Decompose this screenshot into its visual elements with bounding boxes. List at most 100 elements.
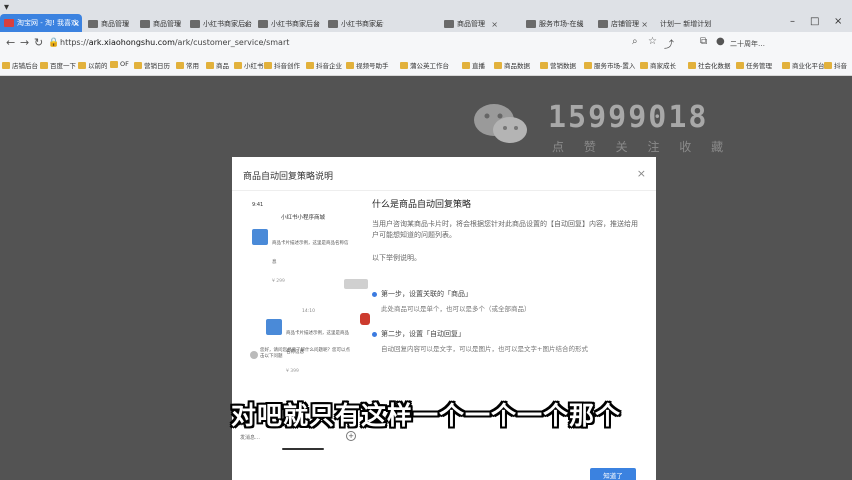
tab-1[interactable]: 淘宝网 - 淘! 我喜欢 × bbox=[0, 14, 82, 32]
product-card: 商品卡片描述示例，这里是商品名称信息 ¥ 299 bbox=[252, 229, 352, 284]
info-example-label: 以下举例说明。 bbox=[372, 254, 421, 262]
url-host: ark.xiaohongshu.com bbox=[88, 38, 175, 47]
close-icon[interactable]: × bbox=[73, 19, 80, 28]
dialog-title: 商品自动回复策略说明 bbox=[243, 172, 334, 182]
close-icon[interactable]: × bbox=[491, 20, 498, 29]
phone-chat-title: 小红书小程序商城 bbox=[280, 215, 325, 221]
bookmark-item[interactable]: 抖音创作 bbox=[264, 60, 300, 70]
window-menu-icon[interactable]: ▾ bbox=[4, 2, 9, 13]
url-field[interactable]: https://ark.xiaohongshu.com/ark/customer… bbox=[60, 38, 289, 47]
phone-action-chip bbox=[344, 279, 368, 289]
back-icon[interactable]: ← bbox=[6, 36, 15, 49]
video-subtitle: 对吧就只有这样一个一个一个那个 bbox=[230, 401, 621, 430]
tab-6[interactable]: 小红书商家后台 × bbox=[324, 16, 384, 32]
phone-status-time: 9:41 bbox=[252, 202, 264, 208]
folder-icon bbox=[346, 61, 354, 69]
watermark-subtitle: 点 赞 关 注 收 藏 bbox=[552, 140, 732, 154]
zoom-icon[interactable]: ⌕ bbox=[632, 36, 638, 47]
bookmark-item[interactable]: 服务市场-置入 bbox=[584, 60, 635, 70]
bookmark-item[interactable]: 百度一下 bbox=[40, 60, 76, 70]
tab-7[interactable]: 商品管理 × bbox=[440, 16, 500, 32]
tab-favicon-icon bbox=[4, 19, 14, 27]
bookmark-item[interactable]: 商家成长 bbox=[640, 60, 676, 70]
bookmark-item[interactable]: 店铺后台 bbox=[2, 60, 38, 70]
wechat-logo-icon bbox=[474, 104, 527, 143]
maximize-icon[interactable]: □ bbox=[810, 16, 819, 27]
tab-favicon-icon bbox=[190, 20, 200, 28]
product-thumbnail bbox=[266, 319, 282, 335]
tab-4[interactable]: 小红书商家后台 × bbox=[186, 16, 252, 32]
bookmark-item[interactable]: 营销数据 bbox=[540, 60, 576, 70]
account-label[interactable]: 二十周年… bbox=[730, 39, 765, 49]
tab-2[interactable]: 商品管理 × bbox=[84, 16, 132, 32]
tab-label: 商品管理 bbox=[457, 20, 485, 28]
step-body: 此处商品可以是单个，也可以是多个（或全部商品） bbox=[381, 305, 531, 313]
close-window-icon[interactable]: × bbox=[834, 16, 842, 27]
tab-favicon-icon bbox=[526, 20, 536, 28]
window-title: 计划一 新增计划 bbox=[660, 20, 712, 28]
info-title: 什么是商品自动回复策略 bbox=[372, 200, 472, 210]
extensions-icon[interactable]: ⧉ bbox=[700, 36, 707, 47]
tab-8[interactable]: 服务市场-在线 × bbox=[522, 16, 586, 32]
watermark-number: 15999018 bbox=[548, 100, 709, 135]
url-path: /ark/customer_service/smart bbox=[174, 38, 290, 47]
confirm-button[interactable]: 知道了 bbox=[590, 468, 636, 480]
bookmark-item[interactable]: 直播 bbox=[462, 60, 485, 70]
phone-home-indicator bbox=[282, 448, 324, 450]
tab-9[interactable]: 店铺管理 × bbox=[594, 16, 650, 32]
close-icon[interactable]: × bbox=[243, 20, 250, 29]
share-icon[interactable]: ⤴ bbox=[664, 36, 674, 51]
bookmark-item[interactable]: 营销日历 bbox=[134, 60, 170, 70]
tab-label: 店铺管理 bbox=[611, 20, 639, 28]
tab-label: 淘宝网 - 淘! 我喜欢 bbox=[17, 19, 79, 27]
folder-icon bbox=[462, 61, 470, 69]
product-card-price: ¥ 299 bbox=[272, 279, 285, 284]
close-icon[interactable]: × bbox=[123, 20, 130, 29]
dialog-header: 商品自动回复策略说明 × bbox=[232, 157, 656, 191]
bookmark-item[interactable]: 抖音 bbox=[824, 60, 847, 70]
folder-icon bbox=[78, 61, 86, 69]
tab-3[interactable]: 商品管理 × bbox=[136, 16, 184, 32]
step-heading: 第二步，设置「自动回复」 bbox=[381, 330, 465, 338]
minimize-icon[interactable]: – bbox=[790, 16, 795, 27]
bookmark-item[interactable]: 视频号助手 bbox=[346, 60, 389, 70]
info-description: 当用户咨询某商品卡片时，将会根据您针对此商品设置的【自动回复】内容，推送给用户可… bbox=[372, 220, 638, 239]
tab-favicon-icon bbox=[88, 20, 98, 28]
bookmarks-bar: 店铺后台 百度一下 以前的 OF 营销日历 常用 商品 小红书 抖音创作 抖音企… bbox=[0, 56, 852, 76]
bookmark-item[interactable]: 商业化平台 bbox=[782, 60, 825, 70]
address-bar: ← → ↻ 🔒 https://ark.xiaohongshu.com/ark/… bbox=[0, 32, 852, 56]
folder-icon bbox=[306, 61, 314, 69]
close-icon[interactable]: × bbox=[637, 167, 646, 180]
profile-icon[interactable]: ● bbox=[716, 36, 725, 47]
bookmark-item[interactable]: 社会化数据 bbox=[688, 60, 731, 70]
close-icon[interactable]: × bbox=[313, 20, 320, 29]
folder-icon bbox=[176, 61, 184, 69]
phone-reply-hint: 您好，请问您想要了解什么问题呢？您可以点击以下问题 bbox=[260, 348, 350, 359]
close-icon[interactable]: × bbox=[641, 20, 648, 29]
folder-icon bbox=[824, 61, 832, 69]
plus-icon: + bbox=[346, 431, 356, 441]
folder-icon bbox=[640, 61, 648, 69]
close-icon[interactable]: × bbox=[375, 20, 382, 29]
bookmark-item[interactable]: 以前的 bbox=[78, 60, 108, 70]
url-scheme: https:// bbox=[60, 38, 89, 47]
reload-icon[interactable]: ↻ bbox=[34, 36, 43, 49]
folder-icon bbox=[540, 61, 548, 69]
step-body: 自动回复内容可以是文字，可以是图片，也可以是文字+图片结合的形式 bbox=[381, 345, 588, 353]
bookmark-item[interactable]: 抖音企业 bbox=[306, 60, 342, 70]
phone-time-label: 14:10 bbox=[302, 309, 315, 314]
close-icon[interactable]: × bbox=[577, 20, 584, 29]
step-bullet-icon bbox=[372, 332, 377, 337]
bookmark-item[interactable]: 小红书 bbox=[234, 60, 264, 70]
bookmark-item[interactable]: 蒲公英工作台 bbox=[400, 60, 449, 70]
tab-5[interactable]: 小红书商家后台 × bbox=[254, 16, 322, 32]
bookmark-item[interactable]: OF bbox=[110, 60, 129, 68]
product-card-price: ¥ 399 bbox=[286, 369, 299, 374]
bookmark-star-icon[interactable]: ☆ bbox=[648, 36, 657, 47]
close-icon[interactable]: × bbox=[175, 20, 182, 29]
bookmark-item[interactable]: 商品 bbox=[206, 60, 229, 70]
bookmark-item[interactable]: 商品数据 bbox=[494, 60, 530, 70]
bookmark-item[interactable]: 任务管理 bbox=[736, 60, 772, 70]
forward-icon[interactable]: → bbox=[20, 36, 29, 49]
bookmark-item[interactable]: 常用 bbox=[176, 60, 199, 70]
